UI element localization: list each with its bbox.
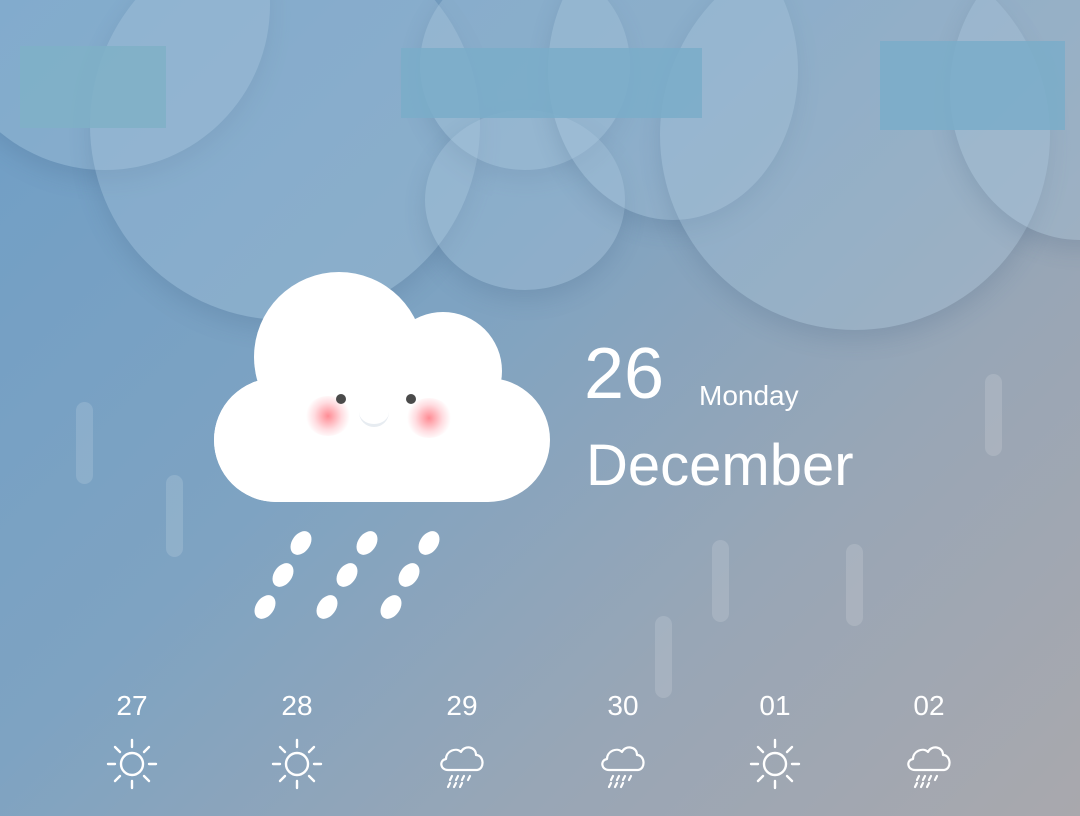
right-eye xyxy=(406,394,416,404)
current-month: December xyxy=(586,433,854,498)
rain-cloud-mascot xyxy=(214,270,550,505)
top-banner-left xyxy=(20,46,166,128)
forecast-date: 01 xyxy=(759,690,791,721)
forecast-strip: 27 28 29 30 01 02 xyxy=(0,692,1080,802)
current-day: 26 xyxy=(584,334,665,414)
forecast-date: 29 xyxy=(446,690,478,721)
sun-icon xyxy=(104,736,160,792)
forecast-day[interactable]: 02 xyxy=(869,692,989,797)
left-eye xyxy=(336,394,346,404)
forecast-day[interactable]: 27 xyxy=(72,692,192,797)
right-blush xyxy=(406,398,452,438)
forecast-day[interactable]: 30 xyxy=(563,692,683,797)
top-banner-right xyxy=(880,41,1065,130)
rain-cloud-icon xyxy=(434,736,490,792)
forecast-day[interactable]: 28 xyxy=(237,692,357,797)
forecast-date: 28 xyxy=(281,690,313,721)
current-weekday: Monday xyxy=(699,380,799,411)
rain-drops xyxy=(250,527,450,628)
forecast-day[interactable]: 01 xyxy=(715,692,835,797)
rain-cloud-icon xyxy=(595,736,651,792)
sun-icon xyxy=(269,736,325,792)
sun-icon xyxy=(747,736,803,792)
forecast-date: 02 xyxy=(913,690,945,721)
forecast-date: 30 xyxy=(607,690,639,721)
rain-cloud-icon xyxy=(901,736,957,792)
forecast-day[interactable]: 29 xyxy=(402,692,522,797)
forecast-date: 27 xyxy=(116,690,148,721)
top-banner-center xyxy=(401,48,702,118)
